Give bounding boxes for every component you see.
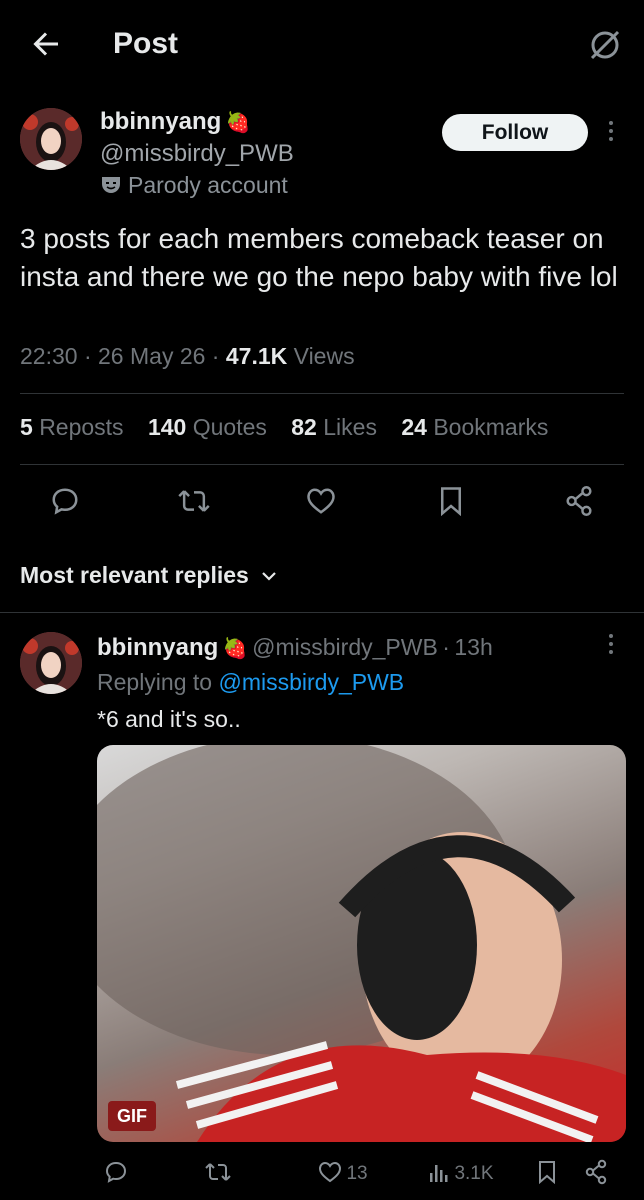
like-icon (318, 1161, 342, 1183)
share-icon[interactable] (564, 485, 594, 517)
replying-handle-link[interactable]: @missbirdy_PWB (218, 669, 404, 695)
reply-author-name[interactable]: bbinnyang (97, 634, 218, 661)
post-text: 3 posts for each members comeback teaser… (20, 223, 618, 292)
author-name: bbinnyang (100, 108, 222, 135)
reply-text: *6 and it's so.. (97, 706, 241, 732)
replying-prefix: Replying to (97, 669, 213, 695)
avatar-image (20, 632, 82, 694)
parody-badge: Parody account (100, 172, 288, 199)
like-icon[interactable] (306, 487, 336, 515)
parody-label: Parody account (128, 172, 288, 198)
author-handle[interactable]: @missbirdy_PWB (100, 140, 294, 168)
avatar-image (20, 108, 82, 170)
repost-icon[interactable] (178, 486, 210, 516)
views-label: Views (293, 343, 355, 369)
follow-button[interactable]: Follow (442, 114, 588, 151)
repost-icon[interactable] (205, 1160, 231, 1184)
quotes-stat[interactable]: 140 Quotes (148, 414, 267, 440)
replies-sort-dropdown[interactable]: Most relevant replies (20, 562, 277, 589)
post-meta: 22:30 · 26 May 26 · 47.1K Views (20, 343, 355, 369)
gif-image (97, 745, 626, 1142)
reposts-stat[interactable]: 5 Reposts (20, 414, 124, 440)
bookmarks-stat[interactable]: 24 Bookmarks (401, 414, 548, 440)
reply-like-button[interactable]: 13 (318, 1161, 368, 1185)
reply-icon[interactable] (104, 1160, 128, 1184)
post-time: 22:30 (20, 343, 78, 369)
theater-mask-icon (102, 177, 120, 193)
reply-avatar[interactable] (20, 632, 82, 694)
reply-author-handle[interactable]: @missbirdy_PWB (252, 634, 438, 660)
more-options-icon[interactable] (606, 634, 616, 656)
divider (20, 464, 624, 465)
author-avatar[interactable] (20, 108, 82, 170)
author-name-row[interactable]: bbinnyang 🍓 (100, 108, 251, 136)
bookmark-icon[interactable] (438, 486, 464, 516)
chevron-down-icon (262, 572, 276, 581)
gif-badge: GIF (108, 1101, 156, 1131)
post-date: 26 May 26 (98, 343, 206, 369)
views-count: 47.1K (225, 343, 288, 369)
reply-age: 13h (454, 634, 493, 660)
bookmark-icon[interactable] (537, 1160, 557, 1184)
reply-header: bbinnyang 🍓 @missbirdy_PWB · 13h (97, 634, 493, 661)
page-title: Post (113, 27, 179, 60)
strawberry-icon: 🍓 (222, 638, 248, 660)
more-options-icon[interactable] (606, 121, 616, 143)
views-chart-icon (430, 1165, 448, 1182)
divider (20, 393, 624, 394)
divider (0, 612, 644, 613)
replies-sort-label: Most relevant replies (20, 562, 249, 588)
likes-stat[interactable]: 82 Likes (291, 414, 377, 440)
share-icon[interactable] (584, 1159, 608, 1185)
reply-gif-media[interactable] (97, 745, 626, 1142)
replying-to: Replying to @missbirdy_PWB (97, 669, 404, 696)
reply-views-count: 3.1K (454, 1163, 494, 1184)
top-bar: Post (0, 0, 644, 90)
engagement-stats: 5 Reposts 140 Quotes 82 Likes 24 Bookmar… (20, 414, 566, 441)
back-arrow-icon[interactable] (28, 26, 64, 62)
reply-views-button[interactable]: 3.1K (428, 1161, 494, 1185)
strawberry-icon: 🍓 (225, 112, 251, 134)
reply-icon[interactable] (50, 486, 80, 516)
grok-icon[interactable] (588, 28, 622, 62)
reply-like-count: 13 (346, 1163, 368, 1184)
